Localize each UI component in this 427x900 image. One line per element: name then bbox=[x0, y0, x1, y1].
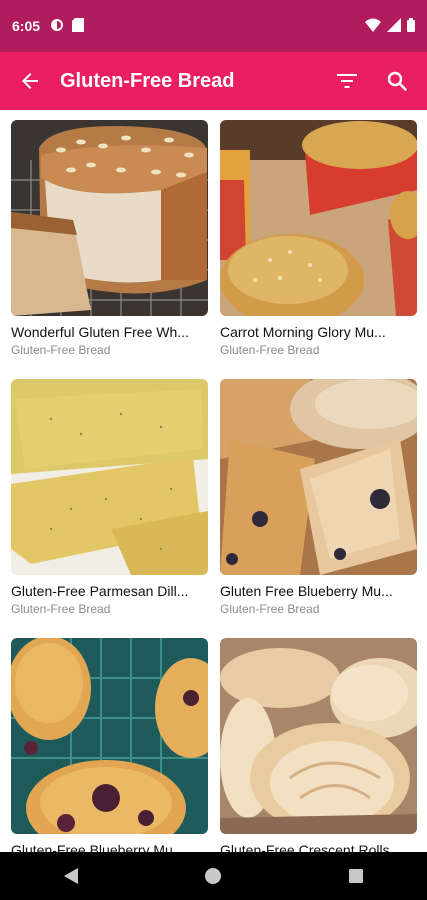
home-circle-icon bbox=[205, 868, 222, 884]
page-title: Gluten-Free Bread bbox=[60, 69, 235, 92]
nav-back-button[interactable] bbox=[51, 856, 91, 896]
search-icon bbox=[387, 71, 407, 91]
recipe-name: Gluten-Free Parmesan Dill... bbox=[11, 583, 189, 599]
recipe-image bbox=[220, 120, 417, 316]
recipe-card[interactable]: Gluten-Free Blueberry Mu... bbox=[11, 638, 208, 886]
recipe-card[interactable]: Gluten Free Blueberry Mu... Gluten-Free … bbox=[220, 379, 417, 627]
system-nav-bar bbox=[0, 852, 427, 900]
recipe-category: Gluten-Free Bread bbox=[11, 343, 111, 357]
battery-icon bbox=[407, 17, 415, 35]
recipe-category: Gluten-Free Bread bbox=[220, 343, 320, 357]
recipe-image bbox=[11, 120, 208, 316]
recipe-category: Gluten-Free Bread bbox=[220, 602, 320, 616]
status-bar: 6:05 bbox=[0, 0, 427, 52]
recipe-name: Gluten Free Blueberry Mu... bbox=[220, 583, 393, 599]
recipe-card[interactable]: Gluten-Free Crescent Rolls bbox=[220, 638, 417, 886]
recipe-category: Gluten-Free Bread bbox=[11, 602, 111, 616]
wifi-icon bbox=[365, 18, 381, 35]
recipe-grid: Wonderful Gluten Free Wh... Gluten-Free … bbox=[11, 120, 417, 886]
arrow-back-icon bbox=[22, 73, 38, 89]
filter-button[interactable] bbox=[331, 65, 363, 97]
recents-square-icon bbox=[348, 869, 363, 883]
recipe-name: Carrot Morning Glory Mu... bbox=[220, 324, 386, 340]
recipe-image bbox=[11, 379, 208, 575]
search-button[interactable] bbox=[381, 65, 413, 97]
recipe-card[interactable]: Carrot Morning Glory Mu... Gluten-Free B… bbox=[220, 120, 417, 368]
status-time: 6:05 bbox=[12, 18, 41, 34]
recipe-image bbox=[11, 638, 208, 834]
recipe-image bbox=[220, 379, 417, 575]
nav-home-button[interactable] bbox=[193, 856, 233, 896]
nav-recents-button[interactable] bbox=[336, 856, 376, 896]
back-button[interactable] bbox=[14, 65, 46, 97]
recipe-name: Wonderful Gluten Free Wh... bbox=[11, 324, 189, 340]
app-bar: Gluten-Free Bread bbox=[0, 52, 427, 110]
sd-card-icon bbox=[72, 17, 85, 35]
recipe-image bbox=[220, 638, 417, 834]
signal-icon bbox=[387, 17, 401, 35]
notification-icon bbox=[50, 18, 64, 35]
recipe-card[interactable]: Wonderful Gluten Free Wh... Gluten-Free … bbox=[11, 120, 208, 368]
recipe-card[interactable]: Gluten-Free Parmesan Dill... Gluten-Free… bbox=[11, 379, 208, 627]
filter-icon bbox=[337, 74, 357, 88]
back-triangle-icon bbox=[64, 868, 79, 884]
